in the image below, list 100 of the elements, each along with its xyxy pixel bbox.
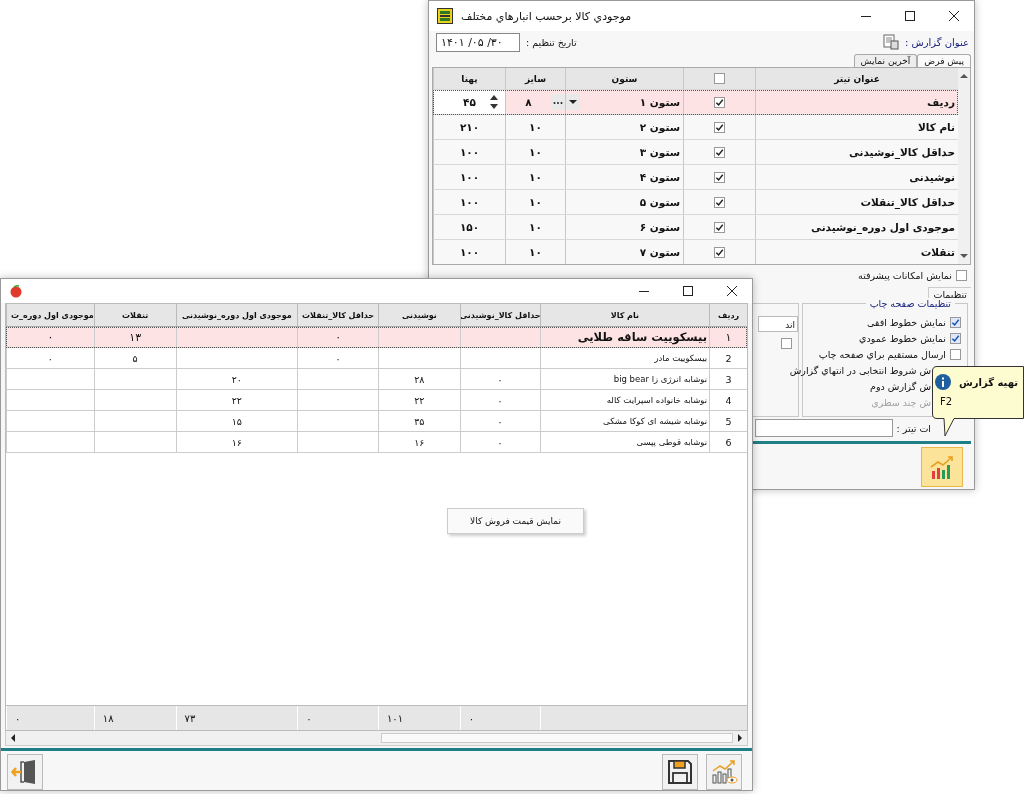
checkbox[interactable] xyxy=(714,73,725,84)
table-cell: ستون ۴ xyxy=(565,165,683,189)
column-header[interactable]: نام کالا xyxy=(539,304,710,326)
table-row[interactable]: حداقل کالا_نوشیدنی ستون ۳ ۱۰ ۱۰۰ xyxy=(433,140,958,165)
table-cell: ۱۶ xyxy=(378,432,460,452)
table-cell: نوشابه قوطی پپسی xyxy=(539,432,710,452)
checkbox[interactable] xyxy=(950,348,961,360)
menu-item[interactable]: نمایش قیمت فروش کالا xyxy=(470,516,561,526)
dropdown-icon[interactable] xyxy=(566,94,580,110)
spinner-icon[interactable] xyxy=(489,93,499,111)
label: ارسال مستقیم براي صفحه چاپ xyxy=(818,348,946,360)
column-header[interactable]: موجودی اول دوره_ت xyxy=(6,304,94,326)
checkbox[interactable] xyxy=(714,196,725,208)
document-icon[interactable] xyxy=(882,34,899,50)
close-icon[interactable] xyxy=(726,285,738,297)
table-cell: ۰ xyxy=(6,348,94,368)
table-row[interactable]: موجودی اول دوره_نوشیدنی ستون ۶ ۱۰ ۱۵۰ xyxy=(433,215,958,240)
checkbox[interactable] xyxy=(714,246,725,258)
scrollbar[interactable] xyxy=(958,68,970,264)
table-cell: بیسکوییت ساقه طلایی xyxy=(539,327,710,347)
column-header[interactable]: تنقلات xyxy=(93,304,176,326)
label: عنوان گزارش : xyxy=(904,36,969,48)
checkbox[interactable] xyxy=(714,221,725,233)
column-header[interactable]: ردیف xyxy=(709,304,747,326)
table-cell: بیسکوییت مادر xyxy=(539,348,710,368)
save-icon xyxy=(666,758,694,786)
table-cell-text: ۸ xyxy=(524,96,533,108)
table-cell: ۱۰ xyxy=(505,115,565,139)
table-cell: ستون ۷ xyxy=(565,240,683,264)
scrollbar[interactable] xyxy=(5,731,748,746)
table-row[interactable]: حداقل کالا_تنقلات ستون ۵ ۱۰ ۱۰۰ xyxy=(433,190,958,215)
table-cell: ۰ xyxy=(459,369,540,389)
down-arrow-icon[interactable] xyxy=(960,253,968,259)
maximize-icon[interactable] xyxy=(904,10,916,22)
column-header[interactable]: موجودی اول دوره_نوشیدنی xyxy=(175,304,298,326)
label: نمایش خطوط عمودي xyxy=(859,332,946,344)
exit-button[interactable] xyxy=(7,754,43,790)
table-cell: ستون ۶ xyxy=(565,215,683,239)
table-cell: ۱۰ xyxy=(505,240,565,264)
table-cell: ۲۲ xyxy=(378,390,460,410)
table-cell: ۱ xyxy=(709,327,747,347)
total-cell: ۰ xyxy=(6,706,94,730)
save-button[interactable] xyxy=(662,754,698,790)
table-cell: ۰ xyxy=(6,327,94,347)
table-cell: ۱۵۰ xyxy=(433,215,505,239)
column-header[interactable]: نوشیدنی xyxy=(378,304,460,326)
ellipsis-icon[interactable] xyxy=(551,94,565,110)
table-cell: ۱۰ xyxy=(505,140,565,164)
table-row[interactable]: نام کالا ستون ۲ ۱۰ ۲۱۰ xyxy=(433,115,958,140)
table-row[interactable]: تنقلات ستون ۷ ۱۰ ۱۰۰ xyxy=(433,240,958,264)
label: ات تیتر : xyxy=(896,422,931,434)
up-arrow-icon[interactable] xyxy=(960,73,968,79)
checkbox[interactable] xyxy=(950,332,961,344)
right-arrow-icon[interactable] xyxy=(737,734,743,742)
table-cell: ستون ۳ xyxy=(565,140,683,164)
total-cell: ۰ xyxy=(459,706,540,730)
label: ش چند سطری xyxy=(871,396,931,408)
table-cell: 4 xyxy=(709,390,747,410)
label: نمایش خطوط افقی xyxy=(866,316,946,328)
table-cell: 5 xyxy=(709,411,747,431)
table-cell: ۵ xyxy=(93,348,176,368)
checkbox[interactable] xyxy=(956,269,967,281)
table-cell: ۲۸ xyxy=(378,369,460,389)
maximize-icon[interactable] xyxy=(682,285,694,297)
table-row[interactable]: نوشیدنی ستون ۴ ۱۰ ۱۰۰ xyxy=(433,165,958,190)
checkbox[interactable] xyxy=(714,121,725,133)
column-header[interactable]: حداقل کالا_تنقلات xyxy=(297,304,378,326)
table-cell: ۱۰ xyxy=(505,165,565,189)
text-field[interactable] xyxy=(754,419,893,437)
report-button[interactable] xyxy=(921,447,963,487)
table-cell: نوشابه خانواده اسپرایت کاله xyxy=(539,390,710,410)
table-cell: ۱۰ xyxy=(505,190,565,214)
table-cell: ۱۳ xyxy=(93,327,176,347)
table-cell: ۰ xyxy=(297,327,378,347)
tab[interactable]: پیش فرض xyxy=(917,54,971,67)
window-title: موجودي کالا برحسب انبارهاي مختلف xyxy=(461,9,632,23)
checkbox[interactable] xyxy=(781,338,792,349)
table-cell: ۱۵ xyxy=(175,411,298,431)
text-field[interactable]: اند xyxy=(758,316,798,332)
info-icon xyxy=(935,374,951,390)
checkbox[interactable] xyxy=(714,171,725,183)
tomato-icon xyxy=(9,284,23,298)
table-row[interactable]: ردیف ستون ۱ ۸ ۴۵ xyxy=(433,90,958,115)
column-header[interactable]: ستون xyxy=(565,68,683,89)
label: ش گزارش دوم xyxy=(870,380,931,392)
checkbox[interactable] xyxy=(714,146,725,158)
close-icon[interactable] xyxy=(948,10,960,22)
left-arrow-icon[interactable] xyxy=(10,734,16,742)
column-header[interactable]: پهنا xyxy=(433,68,505,89)
date-field[interactable]: ۱۴۰۱ /۰۵ /۳۰ xyxy=(436,32,520,52)
column-header[interactable]: حداقل کالا_نوشیدنی xyxy=(459,304,540,326)
app-icon xyxy=(437,8,453,24)
checkbox[interactable] xyxy=(950,316,961,328)
table-row[interactable]: ۱ بیسکوییت ساقه طلایی ۰ ۱۳ ۰ xyxy=(6,327,747,348)
column-header[interactable]: سایز xyxy=(505,68,565,89)
checkbox[interactable] xyxy=(714,96,725,108)
table-cell: ۲۰ xyxy=(175,369,298,389)
tab[interactable]: آخرین نمایش xyxy=(853,54,918,67)
table-cell: نوشابه شیشه ای کوکا مشکی xyxy=(539,411,710,431)
table-cell: ۰ xyxy=(297,348,378,368)
